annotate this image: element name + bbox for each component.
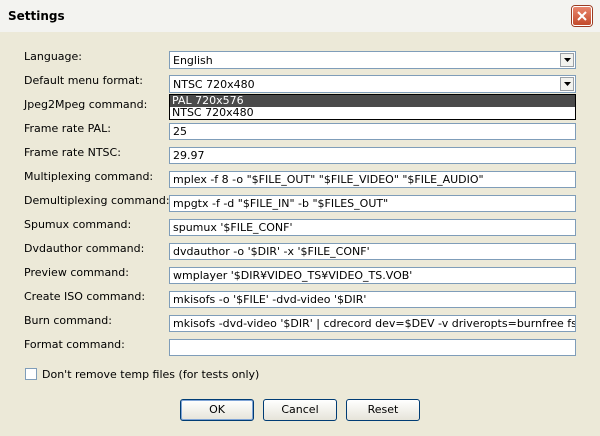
preview-label: Preview command: — [24, 266, 129, 279]
language-label: Language: — [24, 50, 82, 63]
spumux-input[interactable]: spumux '$FILE_CONF' — [169, 219, 576, 236]
menu-format-dropdown-list: PAL 720x576 NTSC 720x480 — [169, 94, 576, 120]
jpeg2mpeg-label: Jpeg2Mpeg command: — [24, 98, 148, 111]
multiplexing-label: Multiplexing command: — [24, 170, 154, 183]
language-dropdown-button[interactable] — [560, 53, 574, 67]
format-input[interactable] — [169, 339, 576, 356]
chevron-down-icon — [564, 58, 571, 62]
dropdown-option-ntsc[interactable]: NTSC 720x480 — [170, 107, 575, 119]
default-menu-format-select[interactable]: NTSC 720x480 — [169, 75, 576, 93]
demultiplexing-label: Demultiplexing command: — [24, 194, 170, 207]
create-iso-input[interactable]: mkisofs -o '$FILE' -dvd-video '$DIR' — [169, 291, 576, 308]
title-bar: Settings — [0, 0, 600, 32]
default-menu-format-value: NTSC 720x480 — [173, 78, 255, 91]
frame-rate-pal-label: Frame rate PAL: — [24, 122, 111, 135]
burn-label: Burn command: — [24, 314, 112, 327]
default-menu-format-dropdown-button[interactable] — [560, 77, 574, 91]
frame-rate-ntsc-input[interactable]: 29.97 — [169, 147, 576, 164]
language-select[interactable]: English — [169, 51, 576, 69]
settings-dialog: Settings Language: English Default menu … — [0, 0, 600, 436]
format-label: Format command: — [24, 338, 125, 351]
close-button[interactable] — [572, 6, 592, 26]
language-value: English — [173, 54, 213, 67]
burn-input[interactable]: mkisofs -dvd-video '$DIR' | cdrecord dev… — [169, 315, 576, 332]
ok-button[interactable]: OK — [180, 399, 254, 421]
chevron-down-icon — [564, 82, 571, 86]
create-iso-label: Create ISO command: — [24, 290, 146, 303]
dvdauthor-input[interactable]: dvdauthor -o '$DIR' -x '$FILE_CONF' — [169, 243, 576, 260]
close-icon — [577, 11, 587, 21]
frame-rate-ntsc-label: Frame rate NTSC: — [24, 146, 121, 159]
spumux-label: Spumux command: — [24, 218, 132, 231]
window-title: Settings — [8, 9, 65, 23]
preview-input[interactable]: wmplayer '$DIR¥VIDEO_TS¥VIDEO_TS.VOB' — [169, 267, 576, 284]
frame-rate-pal-input[interactable]: 25 — [169, 123, 576, 140]
cancel-button[interactable]: Cancel — [263, 399, 337, 421]
reset-button[interactable]: Reset — [346, 399, 420, 421]
keep-temp-files-checkbox[interactable] — [25, 368, 37, 380]
multiplexing-input[interactable]: mplex -f 8 -o "$FILE_OUT" "$FILE_VIDEO" … — [169, 171, 576, 188]
keep-temp-files-label[interactable]: Don't remove temp files (for tests only) — [42, 368, 259, 381]
demultiplexing-input[interactable]: mpgtx -f -d "$FILE_IN" -b "$FILES_OUT" — [169, 195, 576, 212]
dvdauthor-label: Dvdauthor command: — [24, 242, 145, 255]
default-menu-format-label: Default menu format: — [24, 74, 144, 87]
